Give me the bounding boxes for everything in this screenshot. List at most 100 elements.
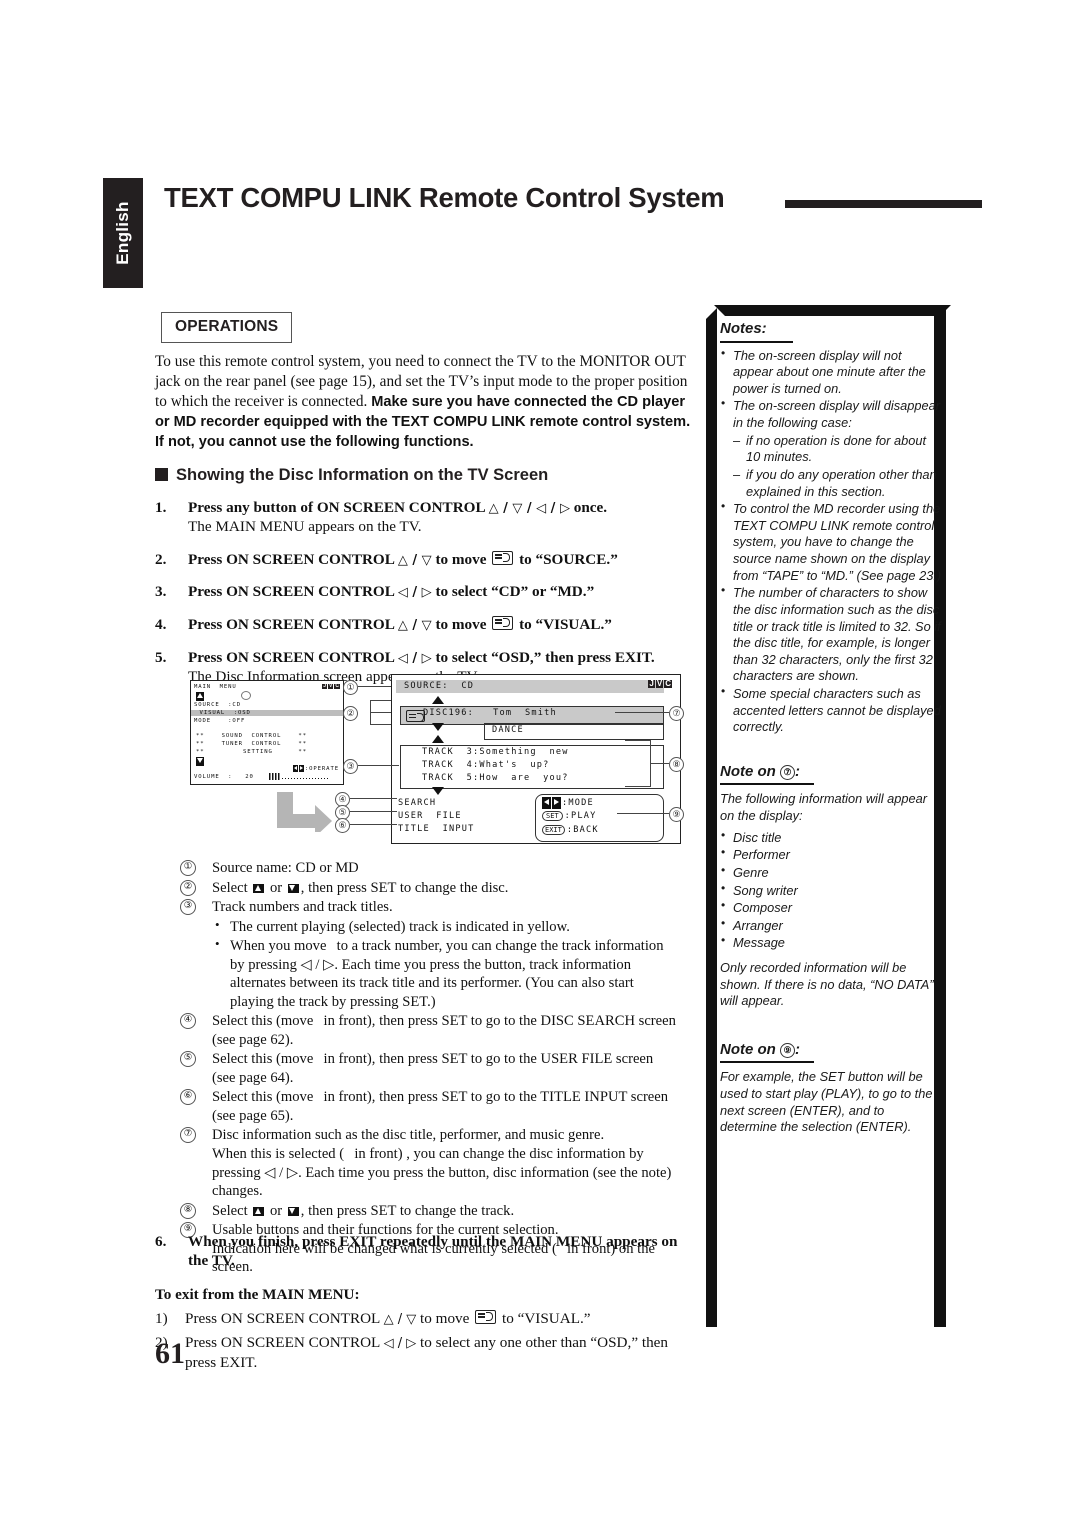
leader-8b [650, 740, 652, 787]
note-9-text: For example, the SET button will be used… [720, 1069, 933, 1135]
step-1-number: 1. [155, 498, 167, 516]
callout-item-5: ⑤ Select this (move in front), then pres… [180, 1050, 680, 1087]
disc-icon [241, 691, 251, 700]
tv-screen-main-menu: MAIN MENU JVC SOURCE :CD VISUAL :OSD MOD… [190, 680, 344, 785]
callout-text-5: Select this (move in front), then press … [212, 1051, 654, 1086]
exit-item-1-a: Press ON SCREEN CONTROL [185, 1309, 384, 1327]
note-7-intro: The following information will appear on… [720, 791, 927, 823]
callout-text-8c: , then press SET to change the track. [300, 1202, 515, 1219]
disc-up-arrow-icon [432, 696, 444, 704]
callout-marker-6: ⑥ [335, 818, 350, 833]
callout-7-extra: When this is selected ( in front) , you … [212, 1145, 672, 1200]
updown-glyphs: △ / ▽ [383, 1311, 417, 1327]
callout-text-8b: or [266, 1202, 286, 1219]
callout-item-2: ② Select or , then press SET to change t… [180, 879, 680, 898]
subsection-heading-label: Showing the Disc Information on the TV S… [176, 465, 549, 484]
menu-user-file[interactable]: USER FILE [398, 811, 462, 821]
leader-2c [370, 700, 391, 702]
leader-5 [350, 811, 397, 812]
note-7-item: Arranger [720, 916, 942, 935]
callout-number-7: ⑦ [180, 1127, 196, 1144]
title-rule [785, 200, 982, 208]
pointing-hand-icon [492, 615, 514, 630]
step-3-text-a: Press ON SCREEN CONTROL [188, 583, 398, 601]
note-bullet: The on-screen display will not appear ab… [720, 346, 942, 398]
flow-arrow-icon [277, 792, 332, 832]
sidebar-left-bar [706, 308, 717, 1327]
pointing-hand-icon [492, 550, 514, 565]
left-arrow-icon [542, 797, 551, 809]
leader-4 [350, 798, 397, 799]
set-button-icon: SET [542, 811, 563, 821]
step-1-text-b: once. [569, 498, 608, 516]
leader-8a [650, 763, 669, 764]
callout-text-6: Select this (move in front), then press … [212, 1089, 669, 1124]
callout-text-2c: , then press SET to change the disc. [300, 879, 509, 896]
callout-number-8: ⑧ [180, 1202, 196, 1219]
menu-title-input[interactable]: TITLE INPUT [398, 824, 475, 834]
callout-text-3: Track numbers and track titles. [212, 899, 393, 916]
step-1: 1. Press any button of ON SCREEN CONTROL… [155, 498, 700, 537]
row-mode: MODE :OFF [194, 718, 246, 724]
callout-3-bullet-1: The current playing (selected) track is … [212, 917, 680, 937]
note-7-item: Message [720, 933, 942, 952]
step-6-text: When you finish, press EXIT repeatedly u… [188, 1233, 678, 1270]
step-1-text-a: Press any button of ON SCREEN CONTROL [188, 498, 489, 516]
callout-marker-1: ① [343, 680, 358, 695]
callout-item-3: ③ Track numbers and track titles. The cu… [180, 898, 680, 1011]
note-7-outro: Only recorded information will be shown.… [720, 960, 934, 1009]
leader-3 [358, 765, 399, 766]
note-bullet: To control the MD recorder using the TEX… [720, 499, 942, 584]
jvc-logo: JVC [648, 679, 672, 689]
right-arrow-icon [552, 797, 561, 809]
operate-hint: :OPERATE [292, 765, 339, 772]
leader-8d [625, 786, 651, 788]
step-4-number: 4. [155, 615, 167, 633]
down-arrow-icon [287, 1206, 299, 1216]
note-7-item: Composer [720, 898, 942, 917]
volume-row: VOLUME : 20 [194, 774, 254, 780]
note-7-item: Performer [720, 845, 942, 864]
note-on-7-heading: Note on ⑦: [720, 762, 814, 786]
left-arrow-icon [292, 765, 298, 772]
note-7-item: Song writer [720, 881, 942, 900]
track-up-arrow-icon [432, 735, 444, 743]
callout-text-4: Select this (move in front), then press … [212, 1013, 676, 1048]
callout-number-6: ⑥ [180, 1089, 196, 1106]
leader-2b [370, 700, 372, 725]
note-bullet: The on-screen display will disappear in … [720, 396, 942, 431]
leftright-glyphs: ◁ / ▷ [397, 585, 432, 601]
menu-search[interactable]: SEARCH [398, 798, 436, 808]
step-4-text-c: to “VISUAL.” [515, 615, 612, 633]
callout-marker-3: ③ [343, 759, 358, 774]
right-arrow-icon [298, 765, 304, 772]
callout-3-bullet-2: When you move to a track number, you can… [212, 936, 680, 1011]
callout-marker-2: ② [343, 706, 358, 721]
callout-description-list: ① Source name: CD or MD ② Select or , th… [180, 858, 680, 1277]
jvc-logo: JVC [322, 682, 340, 689]
callout-text-7: Disc information such as the disc title,… [212, 1127, 605, 1144]
updown-glyphs: △ / ▽ [397, 552, 432, 568]
callout-text-2b: or [266, 879, 286, 896]
note-dash: if you do any operation other than expla… [720, 467, 942, 500]
exit-button-icon: EXIT [542, 825, 565, 835]
track-down-arrow-icon [432, 787, 444, 795]
tv-screen-disc-information: SOURCE: CD JVC DISC196: Tom Smith DANCE … [391, 674, 681, 844]
callout-text-2a: Select [212, 879, 252, 896]
callout-item-6: ⑥ Select this (move in front), then pres… [180, 1088, 680, 1125]
language-tab-label: English [113, 201, 132, 265]
step-1-sub: The MAIN MENU appears on the TV. [188, 518, 422, 536]
track-line-1: TRACK 3:Something new [422, 747, 569, 757]
step-3-text-b: to select “CD” or “MD.” [431, 583, 595, 601]
exit-item-1-c: to “VISUAL.” [498, 1309, 591, 1327]
genre-line: DANCE [492, 725, 524, 735]
leader-8c [625, 740, 651, 742]
step-2: 2. Press ON SCREEN CONTROL △ / ▽ to move… [155, 550, 700, 570]
note-bullet: The number of characters to show the dis… [720, 583, 942, 685]
step-2-text-c: to “SOURCE.” [515, 550, 618, 568]
note-bullet: Some special characters such as accented… [720, 684, 942, 736]
step-4-text-a: Press ON SCREEN CONTROL [188, 615, 398, 633]
language-tab: English [103, 178, 143, 288]
notes-heading: Notes: [720, 319, 793, 343]
step-2-text-a: Press ON SCREEN CONTROL [188, 550, 398, 568]
